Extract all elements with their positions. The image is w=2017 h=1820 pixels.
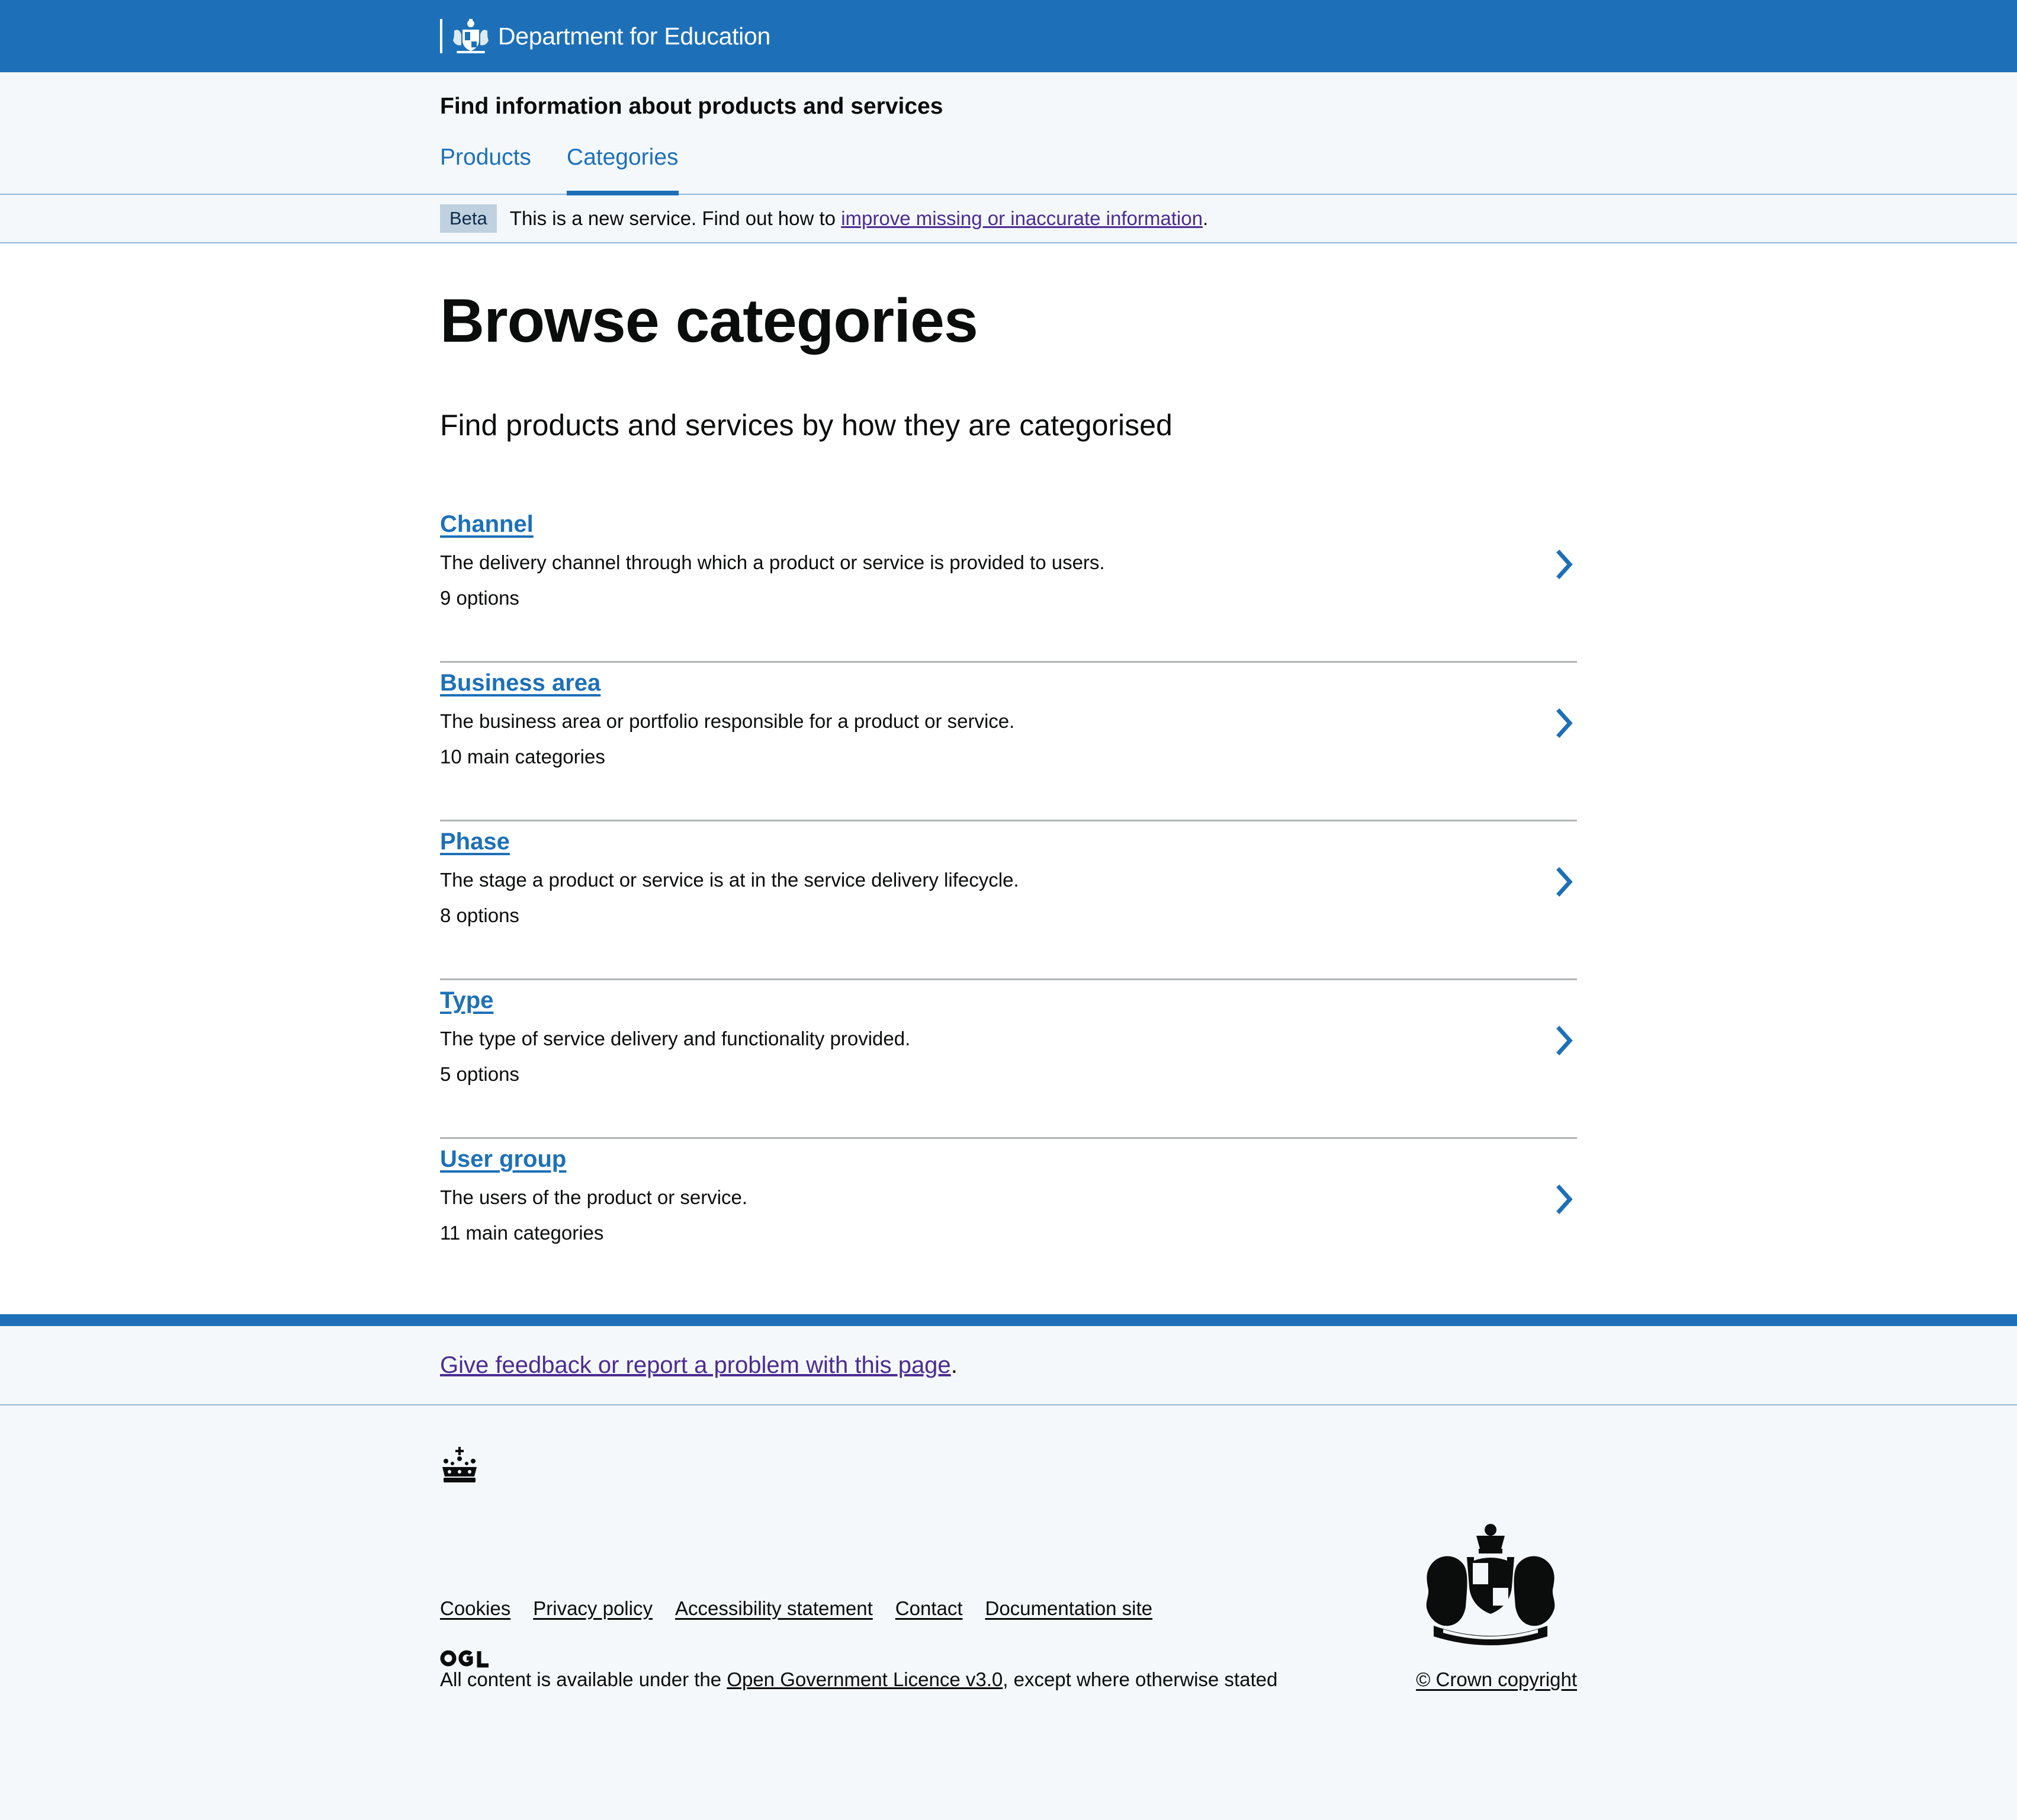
nav-item-categories[interactable]: Categories [566, 145, 679, 195]
site-header: Department for Education [0, 0, 2017, 72]
category-link[interactable]: User group [440, 1146, 566, 1173]
category-item-user-group[interactable]: User group The users of the product or s… [440, 1139, 1577, 1298]
footer-link-accessibility[interactable]: Accessibility statement [675, 1597, 873, 1620]
licence-text: All content is available under the Open … [440, 1668, 1277, 1691]
category-count: 11 main categories [440, 1222, 604, 1244]
footer-top-rule [0, 1314, 2017, 1326]
ogl-logo [440, 1650, 489, 1668]
category-description: The users of the product or service. [440, 1186, 748, 1208]
licence-before: All content is available under the [440, 1668, 727, 1690]
category-item-channel[interactable]: Channel The delivery channel through whi… [440, 504, 1577, 663]
category-description: The type of service delivery and functio… [440, 1028, 911, 1049]
category-count: 10 main categories [440, 746, 605, 768]
page-lead: Find products and services by how they a… [440, 409, 1173, 442]
site-footer: Cookies Privacy policy Accessibility sta… [0, 1405, 2017, 1820]
department-name: Department for Education [498, 22, 770, 50]
footer-link-contact[interactable]: Contact [895, 1597, 963, 1620]
chevron-right-icon[interactable] [1553, 864, 1577, 900]
category-item-business-area[interactable]: Business area The business area or portf… [440, 663, 1577, 821]
improve-info-link[interactable]: improve missing or inaccurate informatio… [841, 207, 1203, 229]
phase-banner: Beta This is a new service. Find out how… [0, 195, 2017, 243]
category-description: The stage a product or service is at in … [440, 869, 1019, 891]
category-item-type[interactable]: Type The type of service delivery and fu… [440, 980, 1577, 1139]
ogl-licence-link[interactable]: Open Government Licence v3.0 [727, 1668, 1003, 1690]
category-item-phase[interactable]: Phase The stage a product or service is … [440, 821, 1577, 980]
royal-coat-of-arms [1426, 1524, 1555, 1645]
phase-banner-text: This is a new service. Find out how to i… [510, 207, 1208, 230]
category-link[interactable]: Business area [440, 670, 600, 696]
primary-nav: Products Categories [440, 145, 714, 195]
service-name: Find information about products and serv… [440, 94, 943, 119]
phase-text-before: This is a new service. Find out how to [509, 207, 842, 229]
brand-bar [440, 19, 442, 53]
chevron-right-icon[interactable] [1553, 1023, 1577, 1058]
nav-item-products[interactable]: Products [440, 145, 531, 187]
category-count: 5 options [440, 1063, 519, 1085]
category-link[interactable]: Phase [440, 829, 510, 855]
feedback-link[interactable]: Give feedback or report a problem with t… [440, 1352, 951, 1378]
feedback-banner: Give feedback or report a problem with t… [0, 1326, 2017, 1405]
feedback-text: Give feedback or report a problem with t… [440, 1352, 958, 1379]
feedback-after: . [950, 1352, 958, 1378]
phase-text-after: . [1202, 207, 1209, 229]
crown-icon [442, 1447, 477, 1482]
category-count: 8 options [440, 904, 519, 926]
category-link[interactable]: Type [440, 987, 493, 1014]
chevron-right-icon[interactable] [1553, 1182, 1577, 1217]
chevron-right-icon[interactable] [1553, 705, 1577, 741]
category-description: The delivery channel through which a pro… [440, 551, 1105, 573]
department-logo-link[interactable]: Department for Education [440, 18, 770, 54]
chevron-right-icon[interactable] [1553, 547, 1577, 582]
main-content: Browse categories Find products and serv… [0, 243, 2017, 1314]
service-navigation: Find information about products and serv… [0, 72, 2017, 195]
crown-copyright-link[interactable]: © Crown copyright [1416, 1668, 1577, 1691]
category-link[interactable]: Channel [440, 511, 534, 538]
category-list: Channel The delivery channel through whi… [440, 504, 1577, 1298]
category-description: The business area or portfolio responsib… [440, 710, 1015, 732]
page-title: Browse categories [440, 287, 978, 355]
footer-link-cookies[interactable]: Cookies [440, 1597, 510, 1620]
footer-link-privacy[interactable]: Privacy policy [533, 1597, 653, 1620]
licence-after: , except where otherwise stated [1003, 1668, 1278, 1690]
category-count: 9 options [440, 587, 519, 609]
footer-link-documentation[interactable]: Documentation site [985, 1597, 1152, 1620]
phase-tag: Beta [440, 204, 497, 233]
royal-crest-icon [453, 19, 489, 53]
footer-links: Cookies Privacy policy Accessibility sta… [440, 1597, 1175, 1620]
